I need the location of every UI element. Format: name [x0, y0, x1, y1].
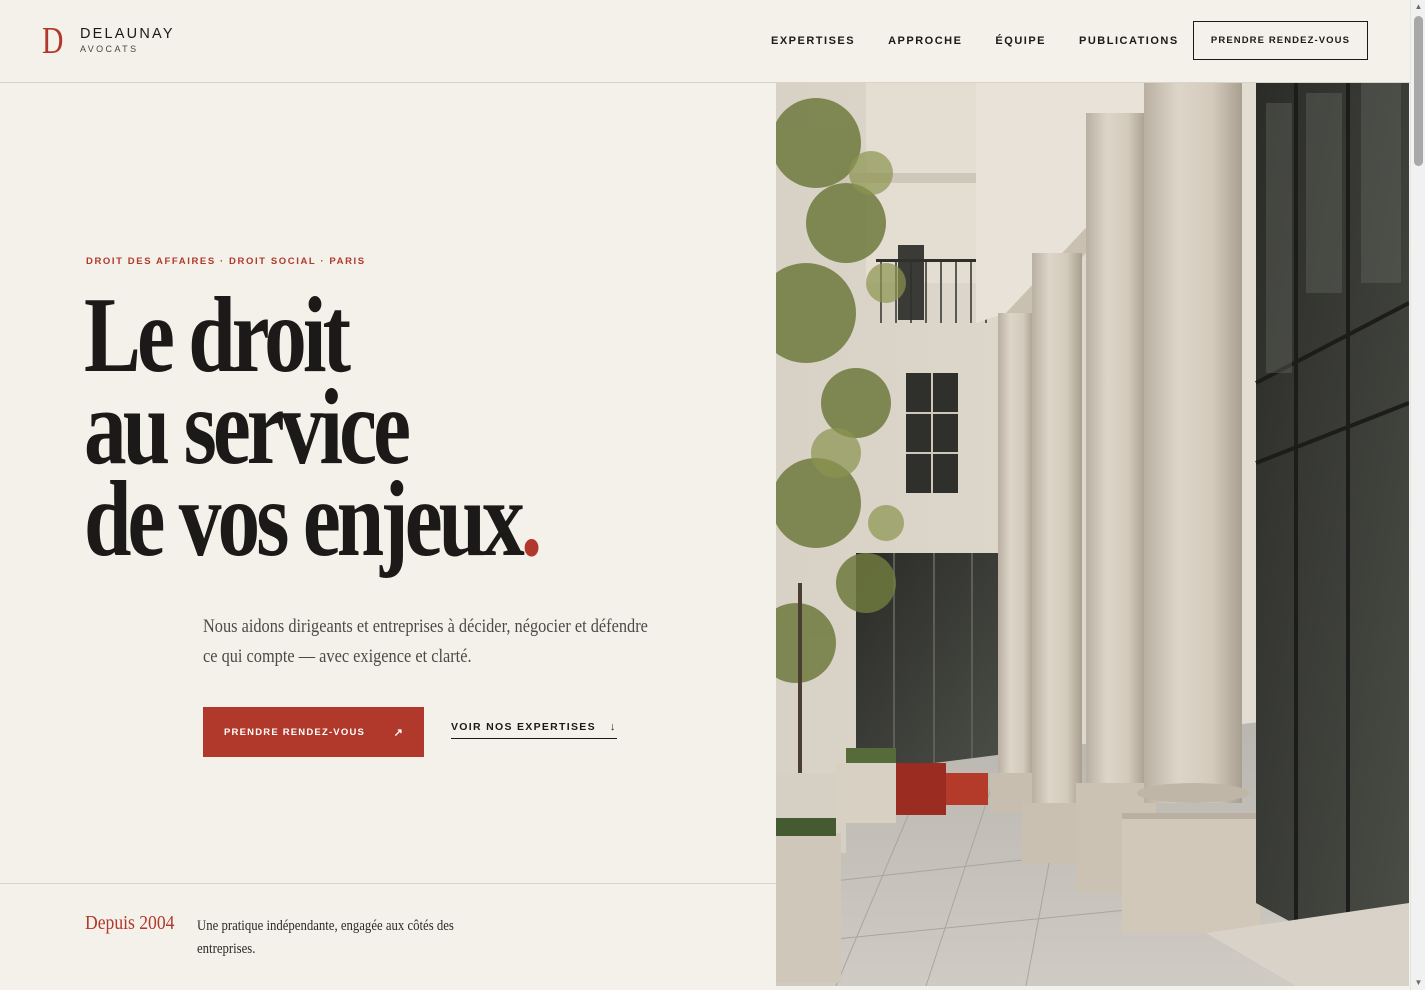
hero-eyebrow: DROIT DES AFFAIRES · DROIT SOCIAL · PARI… [86, 256, 366, 267]
logo-subtitle: AVOCATS [80, 44, 139, 54]
nav-item-publications[interactable]: PUBLICATIONS [1079, 35, 1179, 47]
headline-line-3: de vos enjeux. [84, 466, 542, 574]
scroll-thumb[interactable] [1414, 16, 1423, 166]
hero-lede: Nous aidons dirigeants et entreprises à … [203, 616, 648, 667]
hero-appointment-label: PRENDRE RENDEZ-VOUS [224, 726, 366, 738]
scroll-down-icon[interactable]: ▼ [1411, 976, 1425, 990]
logo-text: DELAUNAY AVOCATS [80, 26, 175, 55]
logo[interactable]: D DELAUNAY AVOCATS [42, 20, 175, 62]
hero-photo-colonnade [776, 83, 1409, 986]
nav-item-equipe[interactable]: ÉQUIPE [995, 35, 1046, 47]
section-divider [0, 883, 776, 884]
view-expertises-link[interactable]: VOIR NOS EXPERTISES ↓ [451, 721, 617, 739]
arrow-down-icon: ↓ [609, 721, 617, 733]
main-nav: EXPERTISES APPROCHE ÉQUIPE PUBLICATIONS [771, 35, 1212, 47]
page-scrollbar[interactable]: ▲ ▼ [1410, 0, 1425, 990]
headline-accent-dot: . [520, 460, 542, 579]
view-expertises-label: VOIR NOS EXPERTISES [451, 721, 596, 733]
since-description: Une pratique indépendante, engagée aux c… [197, 918, 454, 957]
hero-headline: Le droit au service de vos enjeux. [84, 282, 542, 574]
hero-appointment-button[interactable]: PRENDRE RENDEZ-VOUS ↗ [203, 707, 424, 757]
since-year: Depuis 2004 [85, 912, 175, 934]
arrow-up-right-icon: ↗ [393, 726, 404, 739]
scroll-up-icon[interactable]: ▲ [1411, 0, 1425, 14]
site-header: D DELAUNAY AVOCATS EXPERTISES APPROCHE É… [0, 0, 1410, 83]
nav-item-expertises[interactable]: EXPERTISES [771, 35, 855, 47]
logo-mark: D [42, 20, 64, 62]
header-appointment-button[interactable]: PRENDRE RENDEZ-VOUS [1193, 21, 1368, 60]
headline-line-3-text: de vos enjeux [84, 460, 525, 579]
logo-name: DELAUNAY [80, 26, 175, 42]
nav-item-approche[interactable]: APPROCHE [888, 35, 962, 47]
